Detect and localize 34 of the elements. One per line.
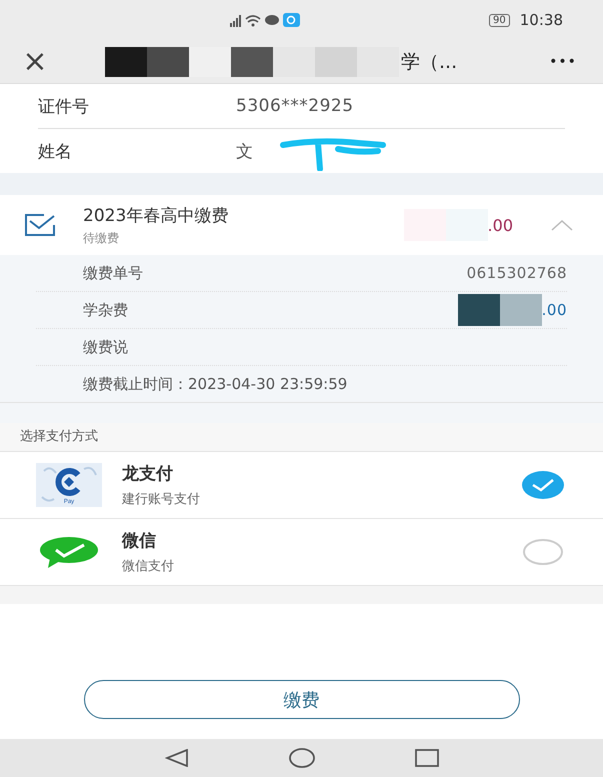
recents-icon[interactable] bbox=[414, 749, 438, 767]
radio-button[interactable] bbox=[521, 470, 565, 500]
more-button[interactable]: ••• bbox=[523, 54, 603, 68]
detail-label: 缴费说 bbox=[83, 338, 128, 356]
field-label: 姓名 bbox=[38, 140, 73, 162]
payment-name: 龙支付 bbox=[122, 463, 174, 485]
detail-label: 缴费单号 bbox=[83, 264, 143, 282]
payment-name: 微信 bbox=[122, 530, 157, 552]
detail-label: 缴费截止时间：2023-04-30 23:59:59 bbox=[83, 374, 348, 394]
wifi-icon bbox=[245, 14, 261, 26]
detail-label: 学杂费 bbox=[83, 300, 128, 320]
bill-title: 2023年春高中缴费 bbox=[83, 204, 228, 226]
signal-icon bbox=[230, 14, 241, 26]
bill-amount: .00 bbox=[488, 216, 513, 234]
bill-status: 待缴费 bbox=[83, 230, 120, 246]
battery-level: 90 bbox=[489, 14, 510, 26]
back-icon[interactable] bbox=[164, 749, 188, 767]
pay-button[interactable]: 缴费 bbox=[84, 680, 520, 719]
envelope-check-icon bbox=[24, 213, 56, 237]
field-value: 文 bbox=[236, 140, 254, 162]
radio-button[interactable] bbox=[521, 537, 565, 567]
page-title: 学（... bbox=[401, 50, 458, 74]
payment-description: 微信支付 bbox=[122, 558, 174, 575]
bank-logo-drawing bbox=[56, 468, 80, 496]
field-label: 证件号 bbox=[38, 96, 90, 118]
fee-amount: .00 bbox=[542, 301, 567, 319]
home-icon[interactable] bbox=[288, 747, 314, 769]
search-icon bbox=[283, 13, 300, 27]
field-value: 5306***2925 bbox=[236, 96, 354, 116]
detail-value: 0615302768 bbox=[466, 264, 567, 282]
clock-time: 10:38 bbox=[520, 11, 563, 29]
payment-description: 建行账号支付 bbox=[122, 491, 200, 508]
close-button[interactable]: × bbox=[0, 46, 70, 76]
chat-icon bbox=[265, 15, 279, 25]
